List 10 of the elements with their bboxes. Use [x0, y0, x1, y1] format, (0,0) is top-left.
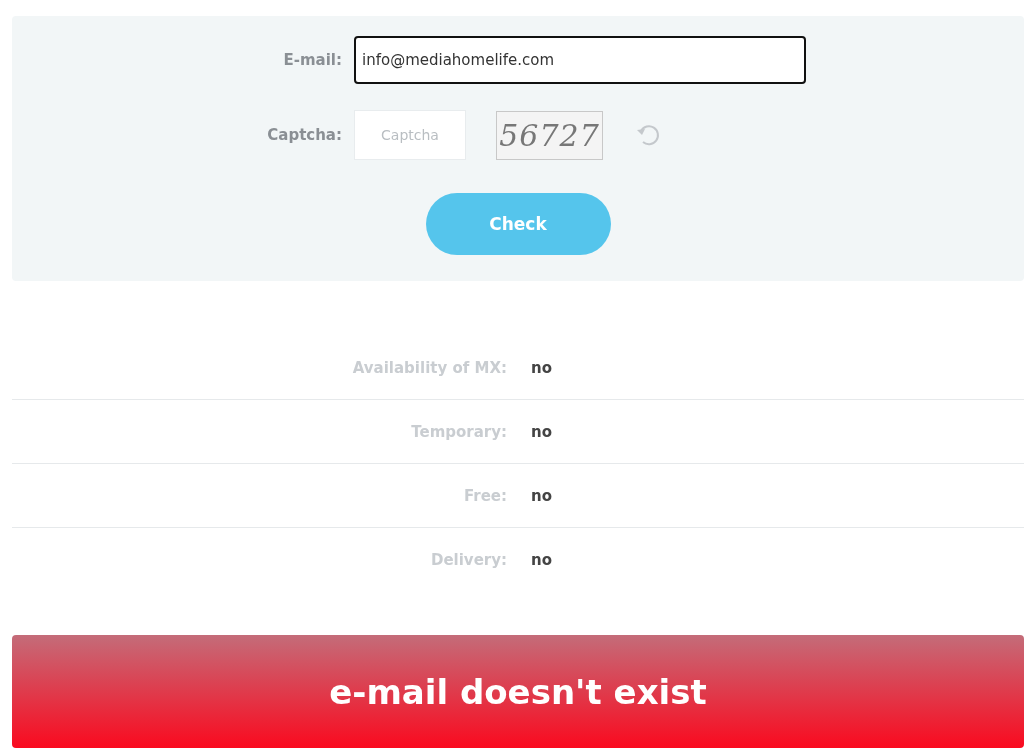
email-field[interactable]: info@mediahomelife.com	[354, 36, 806, 84]
result-banner: e-mail doesn't exist	[12, 635, 1024, 748]
email-label: E-mail:	[282, 51, 343, 69]
result-value: no	[530, 422, 553, 441]
captcha-field[interactable]: Captcha	[354, 110, 466, 160]
result-value: no	[530, 550, 553, 569]
result-value: no	[530, 486, 553, 505]
captcha-label: Captcha:	[266, 126, 343, 144]
result-value: no	[530, 358, 553, 377]
captcha-image: 56727	[496, 110, 603, 160]
